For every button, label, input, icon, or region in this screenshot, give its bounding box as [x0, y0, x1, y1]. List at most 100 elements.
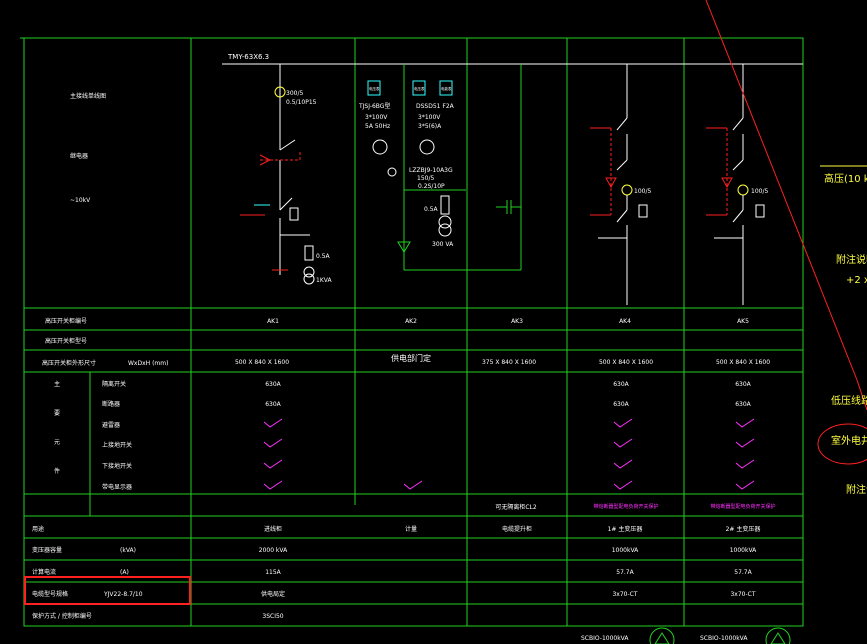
check-icon [263, 459, 283, 469]
row-labels: 高压开关柜编号 高压开关柜型号 高压开关柜外形尺寸 WxDxH (mm) 主 要… [32, 317, 168, 620]
protection-note-ak4: 带熔断器型配电负荷开关保护 [593, 503, 658, 510]
isolator-rating: 630A [735, 381, 751, 388]
check-icon [403, 480, 423, 490]
svg-text:300 VA: 300 VA [432, 241, 454, 248]
check-icon [735, 438, 755, 448]
right-note: 附注说 [846, 483, 867, 496]
cabinet-id: AK2 [405, 318, 417, 325]
check-icon [735, 418, 755, 428]
cabinet-size: 375 X 840 X 1600 [482, 359, 536, 366]
ak5-schematic: 100/5 [706, 64, 768, 305]
svg-text:DSSD51 F2A: DSSD51 F2A [416, 103, 455, 110]
svg-text:TJSJ-6BG型: TJSJ-6BG型 [358, 102, 390, 110]
triangle-icon [770, 632, 786, 644]
svg-text:3*100V: 3*100V [365, 114, 388, 121]
component-label: 断路器 [102, 400, 120, 408]
current-cell: 115A [265, 569, 281, 576]
ak1-fuse-label: 0.5A [316, 253, 331, 260]
svg-text:0.2S/10P: 0.2S/10P [418, 183, 445, 190]
ak1-ct-label2: 0.5/10P15 [286, 99, 317, 106]
row-label-cable: 电缆型号规格 [32, 590, 68, 598]
left-header: 主接线单线图 继电器 ~10kV [70, 92, 106, 204]
svg-text:3*100V: 3*100V [418, 114, 441, 121]
row-label-size-unit: WxDxH (mm) [128, 360, 168, 367]
component-label: 避雷器 [102, 421, 120, 429]
svg-text:5A 50Hz: 5A 50Hz [365, 123, 390, 130]
main-side-char: 主 [54, 380, 60, 388]
usage-cell: 计量 [405, 525, 417, 533]
bottom-label: SCBIO-1000kVA [581, 635, 629, 642]
right-note: 低压线路设 [831, 394, 867, 407]
check-icon [613, 418, 633, 428]
check-icon [735, 480, 755, 490]
usage-cell: 进线柜 [264, 525, 282, 533]
protection-note-ak5: 带熔断器型配电负荷开关保护 [710, 503, 775, 510]
column-cells: AK1 AK2 AK3 AK4 AK5 500 X 840 X 1600 供电部… [235, 318, 776, 620]
bottom-label: SCBIO-1000kVA [700, 635, 748, 642]
main-side-char: 要 [54, 410, 60, 417]
protection-cell: 3SCI50 [262, 613, 283, 620]
row-label-usage: 用途 [32, 525, 44, 533]
current-cell: 57.7A [734, 569, 752, 576]
row-label-current-unit: (A) [120, 569, 129, 576]
usage-cell: 电缆提升柜 [502, 525, 532, 533]
transformer-circle-icon [649, 627, 675, 644]
svg-text:LZZBJ9-10A3G: LZZBJ9-10A3G [409, 167, 453, 174]
check-icon [735, 459, 755, 469]
breaker-rating: 630A [613, 401, 629, 408]
usage-cell: 2# 主变压器 [726, 525, 761, 533]
isolator-rating: 630A [613, 381, 629, 388]
svg-text:150/5: 150/5 [417, 175, 434, 182]
cable-cell: 3x70-CT [730, 591, 755, 598]
svg-text:电压表: 电压表 [369, 86, 380, 91]
right-note: 附注说明 [836, 253, 867, 266]
svg-text:电压表: 电压表 [414, 86, 425, 91]
ak1-transformer-label: 1KVA [316, 277, 332, 284]
ak2-schematic: 电压表 电压表 电能表 TJSJ-6BG型 3*100V 5A 50Hz DSS… [358, 64, 522, 271]
svg-text:0.5A: 0.5A [424, 206, 439, 213]
right-note: +2 x [846, 275, 867, 286]
transformer-circle-icon [765, 627, 791, 644]
component-label: 下接地开关 [102, 462, 132, 470]
row-label-capacity-unit: (kVA) [120, 547, 136, 554]
component-label: 带电显示器 [102, 483, 132, 491]
capacity-cell: 2000 kVA [259, 547, 288, 554]
triangle-icon [654, 632, 670, 644]
ak5-ct-label: 100/5 [751, 188, 768, 195]
row-label-cable-value: YJV22-8.7/10 [103, 591, 143, 598]
component-label: 隔离开关 [102, 380, 126, 388]
ak3-schematic [496, 200, 521, 214]
main-side-char: 件 [54, 467, 60, 475]
check-icon [613, 459, 633, 469]
main-side-char: 元 [54, 439, 60, 446]
label-relay: 继电器 [70, 152, 88, 160]
check-icon [613, 480, 633, 490]
current-cell: 57.7A [616, 569, 634, 576]
cabinet-size: 500 X 840 X 1600 [235, 359, 289, 366]
breaker-rating: 630A [735, 401, 751, 408]
cabinet-id: AK1 [267, 318, 279, 325]
row-label-protection: 保护方式 / 控制柜编号 [32, 612, 92, 620]
check-icon [263, 480, 283, 490]
ak4-ct-label: 100/5 [634, 188, 651, 195]
ak3-extra-label: 可无隔离柜CL2 [495, 503, 537, 511]
check-marks [263, 418, 755, 490]
svg-text:电能表: 电能表 [441, 86, 452, 91]
right-note: 高压(10 kV [824, 172, 867, 185]
bottom-labels: SCBIO-1000kVA SCBIO-1000kVA [581, 635, 748, 642]
breaker-rating: 630A [265, 401, 281, 408]
ak2-size-note: 供电部门定 [391, 353, 431, 363]
row-label-cabinet-size: 高压开关柜外形尺寸 [42, 359, 96, 367]
capacity-cell: 1000kVA [612, 547, 639, 554]
svg-text:3*5(6)A: 3*5(6)A [418, 123, 442, 130]
row-label-cabinet-model: 高压开关柜型号 [45, 337, 87, 345]
cabinet-id: AK3 [511, 318, 523, 325]
usage-cell: 1# 主变压器 [608, 525, 643, 533]
right-note: 室外电井前 [831, 434, 867, 447]
check-icon [263, 438, 283, 448]
ak1-ct-label1: 300/5 [286, 90, 303, 97]
busbar-label: TMY-63X6.3 [227, 53, 269, 61]
check-icon [263, 418, 283, 428]
ak4-schematic: 100/5 [590, 64, 651, 305]
annotation-line [705, 0, 858, 381]
